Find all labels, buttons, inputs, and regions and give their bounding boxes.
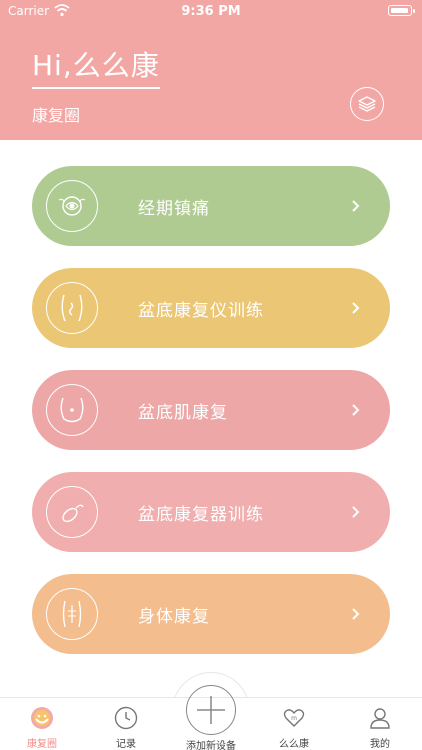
user-icon (370, 708, 390, 729)
layers-button[interactable] (350, 87, 384, 121)
menu-card-pelvic-trainer[interactable]: 盆底康复器训练 (32, 472, 390, 552)
menu-card-label: 经期镇痛 (138, 199, 210, 219)
add-device-button[interactable] (186, 685, 236, 735)
plus-icon (197, 696, 225, 724)
menu-card-label: 盆底肌康复 (138, 403, 228, 423)
pelvis-icon (46, 384, 98, 436)
greeting-title: Hi,么么康 (32, 49, 160, 82)
layers-icon (358, 96, 376, 112)
tab-memekang[interactable]: m 么么康 (252, 698, 336, 750)
abdomen-icon (46, 282, 98, 334)
add-device-label: 添加新设备 (186, 741, 236, 750)
tab-records[interactable]: 记录 (84, 698, 168, 750)
battery-icon (388, 5, 415, 16)
tab-label: 我的 (370, 739, 390, 750)
chevron-right-icon (352, 302, 360, 314)
torso-icon (46, 588, 98, 640)
uterus-icon (46, 180, 98, 232)
page-subtitle: 康复圈 (32, 106, 81, 125)
menu-card-body-rehab[interactable]: 身体康复 (32, 574, 390, 654)
status-bar: Carrier 9:36 PM (0, 0, 422, 24)
device-icon (46, 486, 98, 538)
rehab-circle-icon (31, 707, 53, 729)
greeting-underline (32, 87, 160, 89)
status-time: 9:36 PM (181, 4, 241, 19)
chevron-right-icon (352, 608, 360, 620)
menu-card-pelvic-device-training[interactable]: 盆底康复仪训练 (32, 268, 390, 348)
tab-label: 么么康 (279, 739, 309, 750)
menu-card-period-pain[interactable]: 经期镇痛 (32, 166, 390, 246)
tab-label: 康复圈 (27, 739, 57, 750)
chevron-right-icon (352, 404, 360, 416)
heart-icon: m (283, 709, 305, 727)
tab-rehab-circle[interactable]: 康复圈 (0, 698, 84, 750)
menu-card-label: 盆底康复器训练 (138, 505, 264, 525)
clock-icon (114, 706, 138, 730)
svg-text:m: m (291, 715, 297, 722)
menu-card-label: 盆底康复仪训练 (138, 301, 264, 321)
menu-card-pelvic-muscle-rehab[interactable]: 盆底肌康复 (32, 370, 390, 450)
menu-card-label: 身体康复 (138, 607, 210, 627)
header: Carrier 9:36 PM Hi,么么康 康复圈 (0, 0, 422, 140)
chevron-right-icon (352, 200, 360, 212)
tab-profile[interactable]: 我的 (338, 698, 422, 750)
chevron-right-icon (352, 506, 360, 518)
tab-label: 记录 (116, 739, 136, 750)
